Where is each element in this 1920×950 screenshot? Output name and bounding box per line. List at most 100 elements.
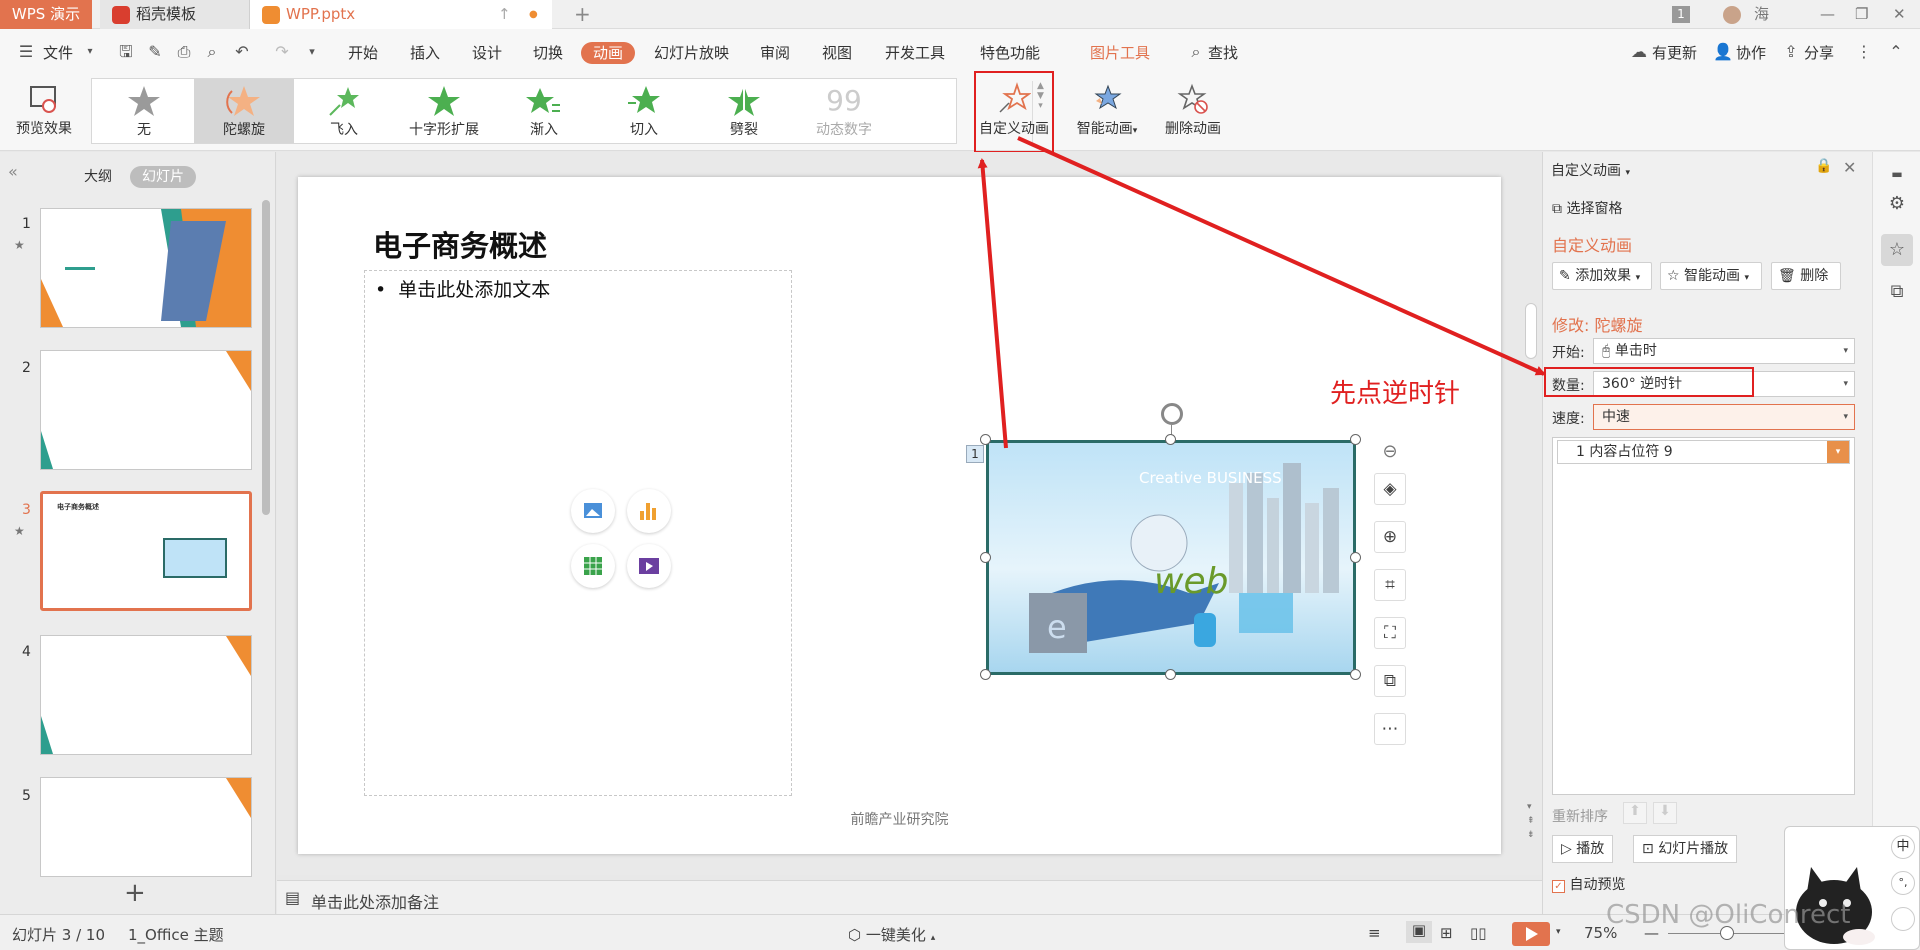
slide-canvas[interactable]: 电子商务概述 • 单击此处添加文本 前瞻产业研究院 1 e web Creati… <box>298 177 1501 854</box>
slide-title[interactable]: 电子商务概述 <box>373 223 547 265</box>
more-icon[interactable]: ⋮ <box>1854 42 1874 62</box>
restore-icon[interactable]: ❐ <box>1855 0 1868 29</box>
menu-view[interactable]: 视图 <box>822 42 852 64</box>
menu-slideshow[interactable]: 幻灯片放映 <box>654 42 729 64</box>
collab-icon[interactable]: 👤 <box>1713 42 1733 62</box>
search-icon[interactable]: ⌕ <box>1186 42 1206 62</box>
ime-punct[interactable]: °, <box>1891 871 1915 895</box>
slide-thumb-3[interactable]: 电子商务概述 <box>40 491 252 611</box>
resize-handle-s[interactable] <box>1165 669 1176 680</box>
layers-icon[interactable]: ◈ <box>1374 473 1406 505</box>
collab-button[interactable]: 协作 <box>1736 42 1766 64</box>
customize-toolbar-icon[interactable]: ▾ <box>302 42 322 62</box>
normal-view-icon[interactable]: ▣ <box>1406 921 1432 943</box>
insert-chart-icon[interactable] <box>627 489 671 533</box>
menu-design[interactable]: 设计 <box>472 42 502 64</box>
add-effect-button[interactable]: ✎ 添加效果 ▾ <box>1552 262 1652 290</box>
new-tab-button[interactable]: + <box>574 0 591 29</box>
menu-animation[interactable]: 动画 <box>581 42 636 64</box>
pane-title[interactable]: 自定义动画 ▾ <box>1551 160 1630 180</box>
minimize-icon[interactable]: — <box>1820 0 1835 29</box>
cloud-update-icon[interactable]: ☁ <box>1629 42 1649 62</box>
slide-thumb-4[interactable] <box>40 635 252 755</box>
canvas-scroll-thumb[interactable] <box>1525 303 1537 359</box>
resize-handle-se[interactable] <box>1350 669 1361 680</box>
print-icon[interactable]: ⎙ <box>174 42 194 62</box>
anim-fade-in[interactable]: 渐入 <box>494 79 594 143</box>
selected-image[interactable]: e web Creative BUSINESS <box>986 440 1356 675</box>
close-icon[interactable]: ✕ <box>1893 0 1906 29</box>
menu-developer[interactable]: 开发工具 <box>885 42 945 64</box>
speed-select[interactable]: 中速 ▾ <box>1593 404 1855 430</box>
smart-anim-button[interactable]: ☆ 智能动画 ▾ <box>1660 262 1762 290</box>
anim-plus-expand[interactable]: 十字形扩展 <box>394 79 494 143</box>
tab-daoke-templates[interactable]: 稻壳模板 <box>100 0 250 29</box>
anim-dynamic-number[interactable]: 99 动态数字 <box>794 79 894 143</box>
reading-view-icon[interactable]: ▯▯ <box>1470 924 1487 942</box>
delete-animation-button[interactable]: 删除动画 <box>1158 76 1228 151</box>
resize-handle-n[interactable] <box>1165 434 1176 445</box>
resize-handle-nw[interactable] <box>980 434 991 445</box>
rotate-handle[interactable] <box>1161 403 1183 425</box>
move-up-icon[interactable]: ⬆ <box>1623 802 1647 824</box>
anim-cut-in[interactable]: 切入 <box>594 79 694 143</box>
zoom-in-icon[interactable]: ⊕ <box>1374 521 1406 553</box>
menu-features[interactable]: 特色功能 <box>980 42 1040 64</box>
menu-picture-tools[interactable]: 图片工具 <box>1090 42 1150 64</box>
rail-toggle-icon[interactable]: ▬ <box>1881 158 1913 190</box>
tab-outline[interactable]: 大纲 <box>72 166 124 188</box>
properties-icon[interactable]: ⚙ <box>1881 188 1913 220</box>
chevron-down-icon[interactable]: ▾ <box>80 42 100 62</box>
menu-insert[interactable]: 插入 <box>410 42 440 64</box>
slideshow-button[interactable]: ⊡ 幻灯片播放 <box>1633 835 1738 863</box>
select-pane-link[interactable]: ⧉ 选择窗格 <box>1552 198 1622 218</box>
anim-fly-in[interactable]: 飞入 <box>294 79 394 143</box>
window-count-badge[interactable]: 1 <box>1672 6 1690 23</box>
resize-handle-w[interactable] <box>980 552 991 563</box>
animation-order-badge[interactable]: 1 <box>966 445 984 463</box>
page-nav-arrows[interactable]: ▾ ⇞ ⇟ <box>1527 800 1535 842</box>
canvas-scrollbar[interactable] <box>1522 152 1542 875</box>
auto-preview-checkbox[interactable]: ✓ 自动预览 <box>1552 874 1625 894</box>
ime-widget[interactable]: 中 °, <box>1784 826 1920 950</box>
animation-pane-icon[interactable]: ☆ <box>1881 234 1913 266</box>
hamburger-icon[interactable]: ☰ <box>16 42 36 62</box>
anim-none[interactable]: 无 <box>94 79 194 143</box>
anim-split[interactable]: 劈裂 <box>694 79 794 143</box>
notes-placeholder[interactable]: 单击此处添加备注 <box>311 889 439 913</box>
content-placeholder[interactable]: • 单击此处添加文本 <box>364 270 792 796</box>
app-tab[interactable]: WPS 演示 <box>0 0 92 29</box>
replace-image-icon[interactable]: ⧉ <box>1374 665 1406 697</box>
resize-handle-ne[interactable] <box>1350 434 1361 445</box>
slide-thumb-5[interactable] <box>40 777 252 877</box>
slideshow-options-icon[interactable]: ▾ <box>1556 927 1561 937</box>
start-select[interactable]: 🖰 单击时 ▾ <box>1593 338 1855 364</box>
menu-transition[interactable]: 切换 <box>533 42 563 64</box>
menu-file[interactable]: 文件 <box>43 42 73 64</box>
collapse-ribbon-icon[interactable]: ⌃ <box>1886 42 1906 62</box>
chevron-down-icon[interactable]: ▾ <box>1827 441 1849 463</box>
ime-settings-icon[interactable] <box>1891 907 1915 931</box>
notes-bar[interactable]: ▤ 单击此处添加备注 <box>277 880 1542 916</box>
start-slideshow-button[interactable] <box>1512 922 1550 946</box>
slides-scrollbar[interactable] <box>262 200 270 515</box>
share-button[interactable]: 分享 <box>1804 42 1834 64</box>
crop-icon[interactable]: ⌗ <box>1374 569 1406 601</box>
collapse-toolbar-icon[interactable]: ⊖ <box>1374 437 1406 469</box>
menu-start[interactable]: 开始 <box>348 42 378 64</box>
lock-icon[interactable]: 🔒 <box>1815 158 1832 174</box>
share-icon[interactable]: ⇪ <box>1781 42 1801 62</box>
insert-video-icon[interactable] <box>627 544 671 588</box>
smart-crop-icon[interactable]: ⛶ <box>1374 617 1406 649</box>
avatar[interactable] <box>1723 6 1741 24</box>
slide-footer[interactable]: 前瞻产业研究院 <box>298 809 1501 829</box>
delete-button[interactable]: 🗑 删除 <box>1771 262 1841 290</box>
close-pane-icon[interactable]: ✕ <box>1843 158 1856 177</box>
smart-animation-button[interactable]: 智能动画▾ <box>1068 76 1146 151</box>
slide-thumb-1[interactable] <box>40 208 252 328</box>
slide-thumb-2[interactable] <box>40 350 252 470</box>
tab-slides[interactable]: 幻灯片 <box>130 166 196 188</box>
add-slide-button[interactable]: + <box>124 878 146 908</box>
more-options-icon[interactable]: ⋯ <box>1374 713 1406 745</box>
transition-pane-icon[interactable]: ⧉ <box>1881 276 1913 308</box>
